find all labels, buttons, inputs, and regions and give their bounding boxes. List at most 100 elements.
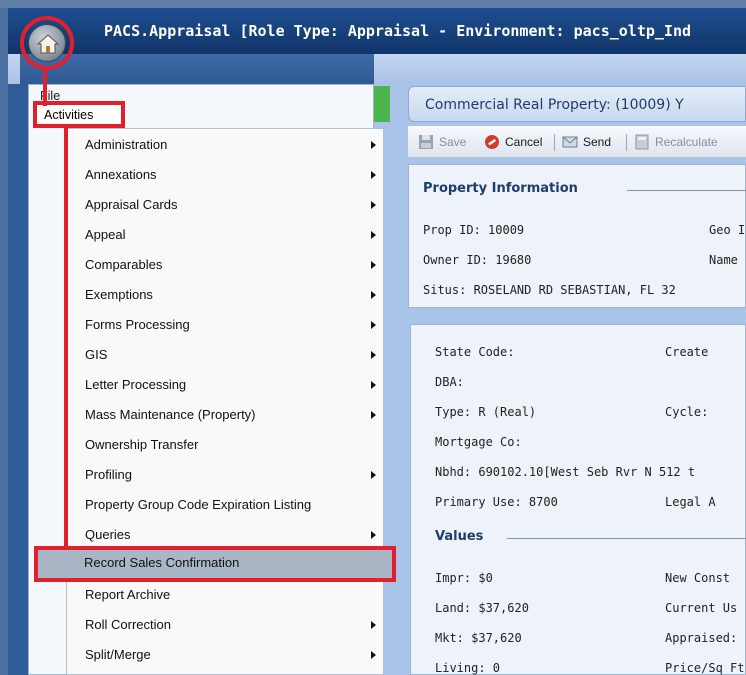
- mortgage-company: Mortgage Co:: [435, 435, 522, 449]
- values-title: Values: [435, 529, 484, 544]
- send-button[interactable]: Send: [562, 133, 618, 151]
- menu-item-label: GIS: [85, 347, 108, 362]
- submenu-arrow-icon: [371, 621, 376, 629]
- toolbar-separator: [554, 134, 555, 151]
- activities-submenu: Administration Annexations Appraisal Car…: [66, 128, 384, 675]
- menu-item-report-archive[interactable]: Report Archive: [67, 580, 383, 610]
- menu-item-label: Activities: [44, 108, 94, 122]
- toolbar-separator: [626, 134, 627, 151]
- menu-item-letter-processing[interactable]: Letter Processing: [67, 370, 383, 400]
- home-icon: [37, 34, 59, 54]
- record-toolbar: Save Cancel Send Recalculate: [408, 126, 746, 158]
- record-header[interactable]: Commercial Real Property: (10009) Y: [408, 86, 746, 122]
- menu-item-label: Ownership Transfer: [85, 437, 199, 452]
- menu-item-label: Property Group Code Expiration Listing: [85, 497, 312, 512]
- neighborhood: Nbhd: 690102.10[West Seb Rvr N 512 t: [435, 465, 696, 479]
- menu-item-gis[interactable]: GIS: [67, 340, 383, 370]
- menu-item-label: Administration: [85, 137, 168, 152]
- living-area: Living: 0: [435, 661, 501, 675]
- new-construction-label: New Const: [665, 571, 731, 585]
- menu-item-label: Annexations: [85, 167, 157, 182]
- menu-tab-strip: [20, 54, 374, 84]
- window-left-border: [0, 8, 8, 675]
- dba: DBA:: [435, 375, 464, 389]
- window-title: PACS.Appraisal [Role Type: Appraisal - E…: [104, 22, 691, 40]
- create-label: Create: [665, 345, 709, 359]
- menu-item-property-group-code-expiration[interactable]: Property Group Code Expiration Listing: [67, 490, 383, 520]
- cancel-label: Cancel: [505, 135, 543, 149]
- menu-item-administration[interactable]: Administration: [67, 130, 383, 160]
- cancel-button[interactable]: Cancel: [484, 133, 546, 151]
- annotation-connector: [43, 70, 47, 106]
- submenu-arrow-icon: [371, 381, 376, 389]
- record-title: Commercial Real Property: (10009) Y: [425, 97, 684, 113]
- improvement-value: Impr: $0: [435, 571, 493, 585]
- submenu-arrow-icon: [371, 411, 376, 419]
- menu-item-label: Queries: [85, 527, 131, 542]
- land-value: Land: $37,620: [435, 601, 529, 615]
- recalculate-icon: [635, 134, 649, 150]
- owner-id: Owner ID: 19680: [423, 253, 532, 267]
- submenu-arrow-icon: [371, 291, 376, 299]
- save-button[interactable]: Save: [418, 133, 472, 151]
- menu-item-annexations[interactable]: Annexations: [67, 160, 383, 190]
- submenu-arrow-icon: [371, 201, 376, 209]
- geo-id-label: Geo I: [709, 223, 746, 237]
- menu-item-label: Roll Correction: [85, 617, 171, 632]
- menu-item-forms-processing[interactable]: Forms Processing: [67, 310, 383, 340]
- section-divider: [507, 538, 746, 539]
- submenu-arrow-icon: [371, 231, 376, 239]
- property-details-panel: State Code: Create DBA: Type: R (Real) C…: [410, 324, 746, 675]
- section-divider: [627, 190, 746, 191]
- save-label: Save: [439, 135, 467, 149]
- submenu-arrow-icon: [371, 321, 376, 329]
- submenu-arrow-icon: [371, 471, 376, 479]
- send-label: Send: [583, 135, 612, 149]
- menu-item-appeal[interactable]: Appeal: [67, 220, 383, 250]
- menu-item-comparables[interactable]: Comparables: [67, 250, 383, 280]
- menu-item-label: Appeal: [85, 227, 126, 242]
- menu-item-record-sales-confirmation[interactable]: Record Sales Confirmation: [34, 546, 396, 582]
- menu-item-mass-maintenance[interactable]: Mass Maintenance (Property): [67, 400, 383, 430]
- recalculate-label: Recalculate: [655, 135, 718, 149]
- menu-item-label: Exemptions: [85, 287, 153, 302]
- annotation-connector: [64, 128, 68, 548]
- menu-item-split-merge[interactable]: Split/Merge: [67, 640, 383, 670]
- market-value: Mkt: $37,620: [435, 631, 522, 645]
- send-icon: [562, 136, 578, 148]
- price-per-sqft-label: Price/Sq Ft: [665, 661, 745, 675]
- appraised-label: Appraised:: [665, 631, 738, 645]
- cancel-icon: [485, 135, 499, 149]
- menu-item-label: Appraisal Cards: [85, 197, 178, 212]
- primary-use: Primary Use: 8700: [435, 495, 558, 509]
- submenu-arrow-icon: [371, 531, 376, 539]
- submenu-arrow-icon: [371, 351, 376, 359]
- property-information-title: Property Information: [423, 181, 578, 196]
- menu-item-appraisal-cards[interactable]: Appraisal Cards: [67, 190, 383, 220]
- menu-item-exemptions[interactable]: Exemptions: [67, 280, 383, 310]
- save-icon: [419, 135, 433, 149]
- menu-item-label: Split/Merge: [85, 647, 151, 662]
- cycle-label: Cycle:: [665, 405, 709, 419]
- menu-item-ownership-transfer[interactable]: Ownership Transfer: [67, 430, 383, 460]
- owner-name-label: Name: [709, 253, 738, 267]
- menu-item-label: Mass Maintenance (Property): [85, 407, 256, 422]
- situs-address: Situs: ROSELAND RD SEBASTIAN, FL 32: [423, 283, 676, 297]
- green-tab-edge: [374, 86, 390, 122]
- menu-item-label: Record Sales Confirmation: [84, 555, 240, 570]
- menu-item-label: Letter Processing: [85, 377, 187, 392]
- current-use-label: Current Us: [665, 601, 738, 615]
- application-orb-button[interactable]: [28, 24, 66, 62]
- menu-item-label: Profiling: [85, 467, 132, 482]
- property-type: Type: R (Real): [435, 405, 537, 419]
- property-information-panel: Property Information Prop ID: 10009 Geo …: [408, 164, 746, 308]
- window-top-strip: [0, 0, 746, 8]
- submenu-arrow-icon: [371, 651, 376, 659]
- menu-item-roll-correction[interactable]: Roll Correction: [67, 610, 383, 640]
- submenu-arrow-icon: [371, 171, 376, 179]
- menu-item-profiling[interactable]: Profiling: [67, 460, 383, 490]
- submenu-arrow-icon: [371, 141, 376, 149]
- submenu-arrow-icon: [371, 261, 376, 269]
- legal-acres-label: Legal A: [665, 495, 716, 509]
- recalculate-button[interactable]: Recalculate: [634, 133, 744, 151]
